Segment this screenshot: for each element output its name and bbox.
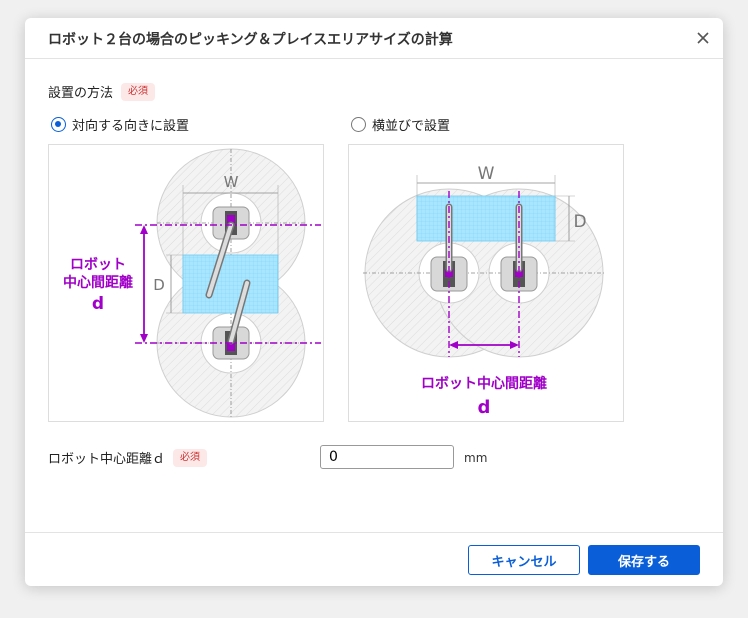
save-button[interactable]: 保存する <box>588 545 700 575</box>
distance-label: 中心間距離 <box>63 274 133 291</box>
distance-input[interactable] <box>320 445 454 469</box>
distance-field-label: ロボット中心距離ｄ <box>48 452 166 467</box>
method-label-row: 設置の方法 必須 <box>48 82 156 101</box>
radio-facing-label: 対向する向きに設置 <box>72 119 190 134</box>
required-badge: 必須 <box>173 448 208 467</box>
distance-label-row: ロボット中心距離ｄ 必須 <box>48 448 208 467</box>
method-label: 設置の方法 <box>48 86 114 101</box>
unit-label: mm <box>464 451 488 465</box>
radio-checked-icon[interactable] <box>51 117 66 132</box>
radio-unchecked-icon[interactable] <box>351 117 366 132</box>
required-badge: 必須 <box>121 82 156 101</box>
depth-label: D <box>153 276 165 294</box>
dialog-title: ロボット２台の場合のピッキング＆プレイスエリアサイズの計算 <box>48 32 453 48</box>
distance-label: d <box>92 294 104 314</box>
dialog: ロボット２台の場合のピッキング＆プレイスエリアサイズの計算 設置の方法 必須 対… <box>25 18 723 586</box>
radio-side-label: 横並びで設置 <box>372 119 451 134</box>
cancel-button[interactable]: キャンセル <box>468 545 580 575</box>
close-icon[interactable] <box>693 28 713 48</box>
diagram-side-by-side: W D ロボット中心間距離 d <box>348 144 624 422</box>
dialog-footer: キャンセル 保存する <box>25 532 723 587</box>
radio-facing[interactable]: 対向する向きに設置 <box>51 115 189 134</box>
diagram-facing: W D ロボット 中心間距離 d <box>48 144 324 422</box>
distance-label: ロボット <box>70 257 126 273</box>
distance-label: ロボット中心間距離 <box>421 375 547 392</box>
distance-label: d <box>478 397 491 418</box>
radio-side-by-side[interactable]: 横並びで設置 <box>351 115 450 134</box>
dialog-header: ロボット２台の場合のピッキング＆プレイスエリアサイズの計算 <box>25 18 723 59</box>
width-label: W <box>224 173 239 191</box>
depth-label: D <box>573 212 586 232</box>
width-label: W <box>478 164 495 184</box>
